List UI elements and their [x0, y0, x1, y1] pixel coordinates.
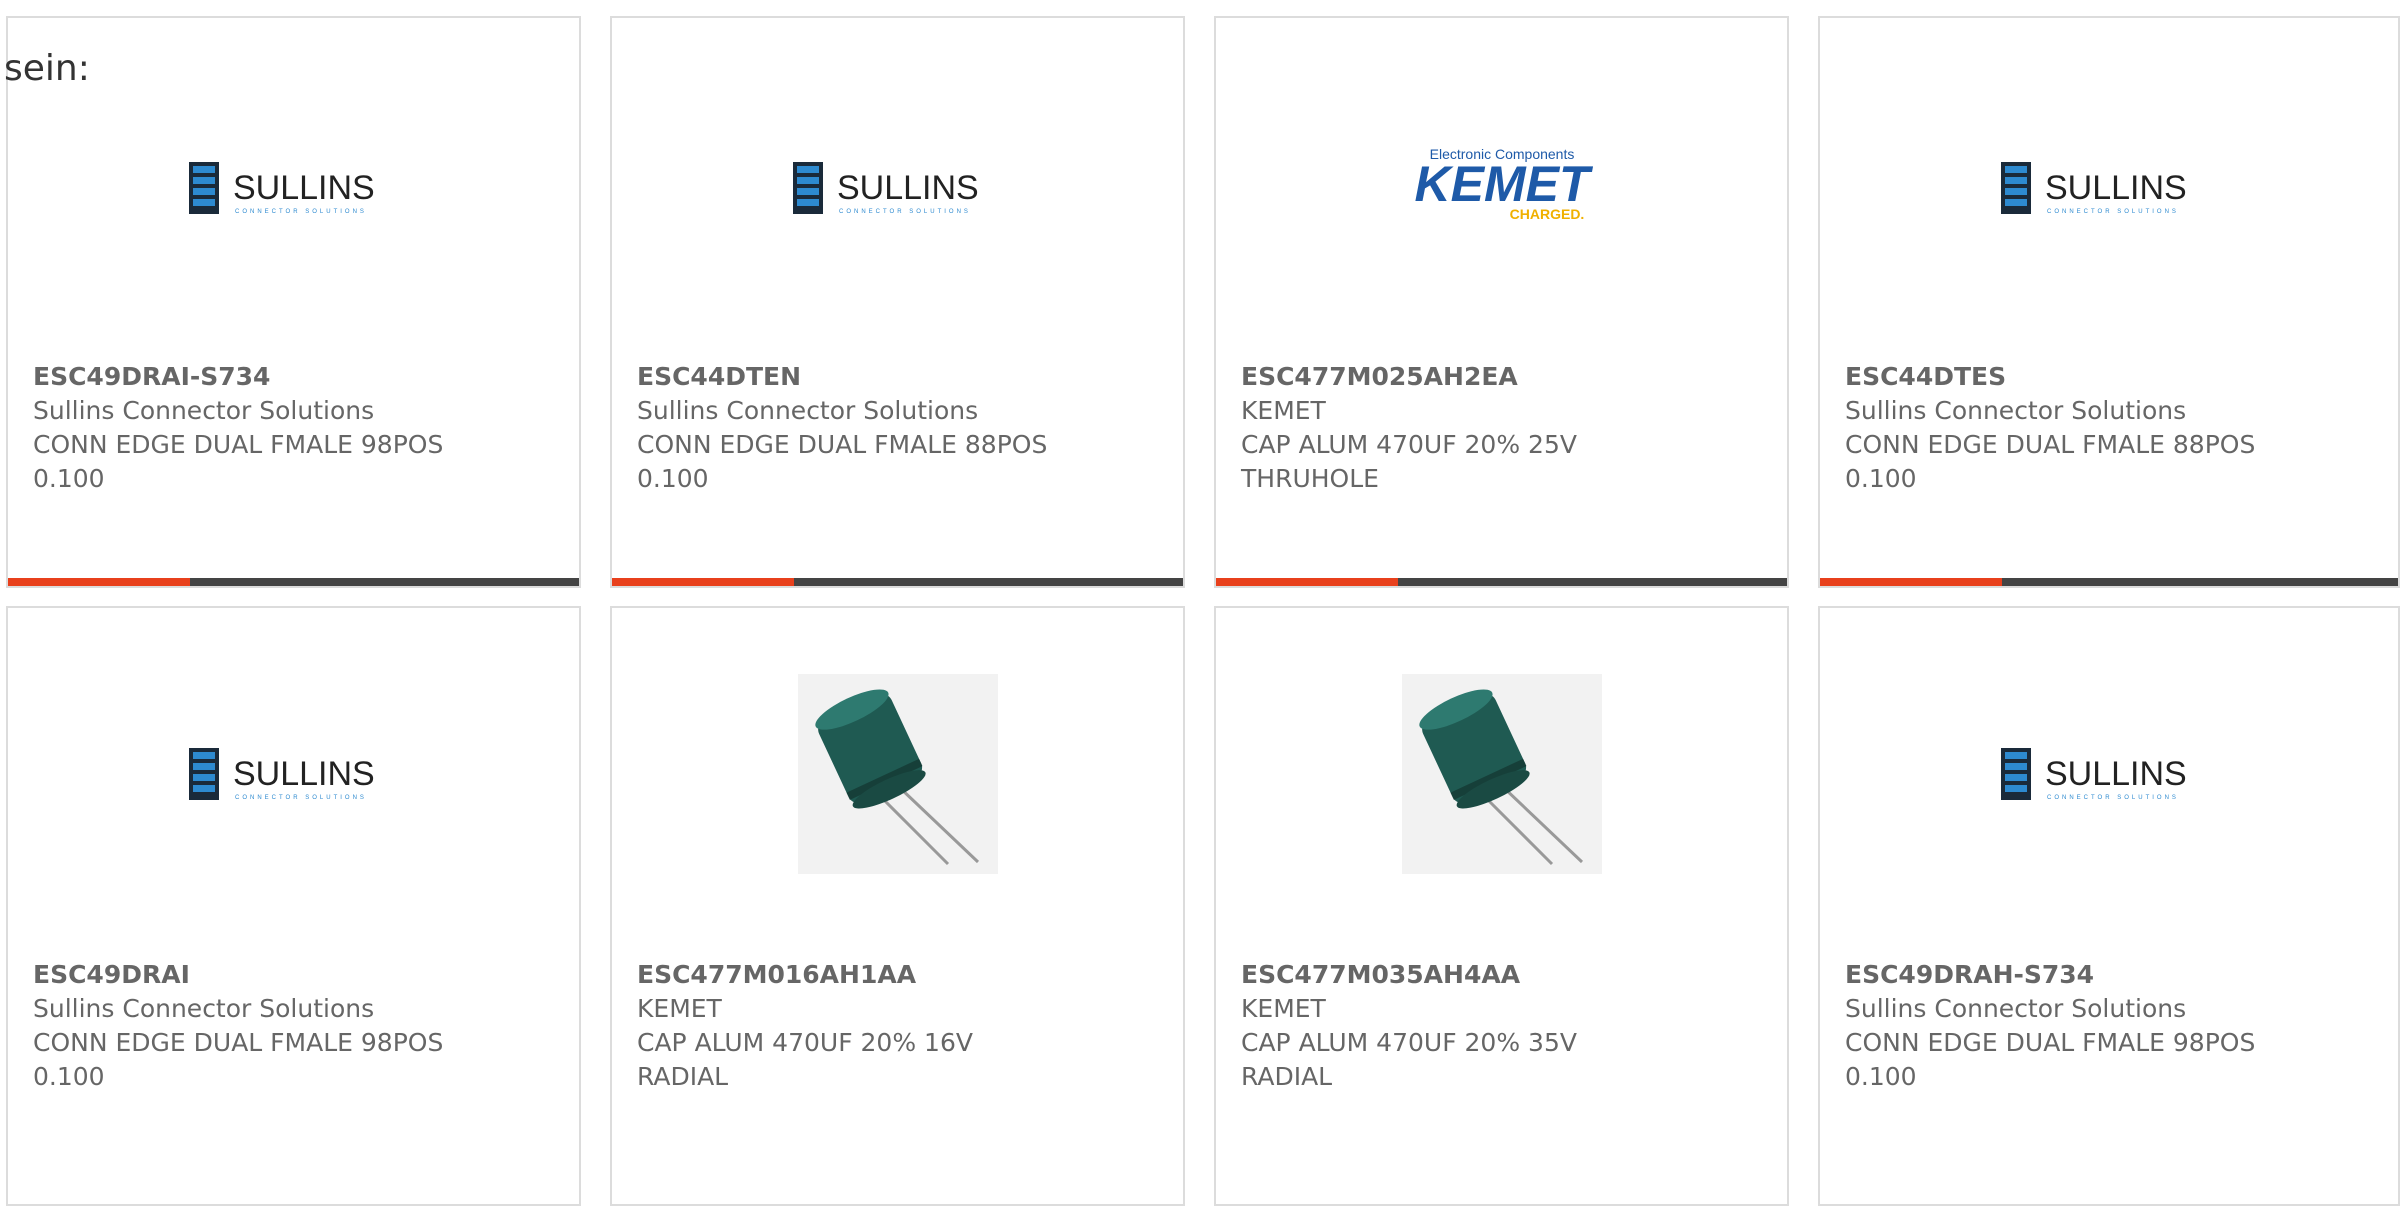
description: CONN EDGE DUAL FMALE 98POS — [1845, 1028, 2256, 1057]
part-number[interactable]: ESC477M016AH1AA — [637, 958, 973, 992]
svg-text:CONNECTOR SOLUTIONS: CONNECTOR SOLUTIONS — [235, 209, 367, 215]
svg-text:SULLINS: SULLINS — [2045, 169, 2187, 207]
description: CONN EDGE DUAL FMALE 88POS — [637, 430, 1048, 459]
product-info: ESC477M016AH1AA KEMET CAP ALUM 470UF 20%… — [637, 958, 973, 1094]
svg-text:CONNECTOR SOLUTIONS: CONNECTOR SOLUTIONS — [235, 795, 367, 801]
product-card[interactable]: SULLINS CONNECTOR SOLUTIONS ESC49DRAH-S7… — [1818, 606, 2400, 1206]
description-2: THRUHOLE — [1241, 464, 1379, 493]
part-number[interactable]: ESC49DRAH-S734 — [1845, 958, 2255, 992]
card-bar-accent — [612, 578, 794, 586]
product-info: ESC49DRAH-S734 Sullins Connector Solutio… — [1845, 958, 2255, 1094]
manufacturer: KEMET — [1241, 994, 1326, 1023]
product-card[interactable]: SULLINS CONNECTOR SOLUTIONS ESC49DRAI-S7… — [6, 16, 581, 588]
sullins-logo: SULLINS CONNECTOR SOLUTIONS — [612, 18, 1183, 358]
description-2: 0.100 — [1845, 464, 1917, 493]
description-2: 0.100 — [1845, 1062, 1917, 1091]
sullins-logo: SULLINS CONNECTOR SOLUTIONS — [1820, 18, 2391, 358]
svg-text:SULLINS: SULLINS — [2045, 755, 2187, 793]
card-bar-accent — [8, 578, 190, 586]
product-info: ESC44DTES Sullins Connector Solutions CO… — [1845, 360, 2255, 496]
product-info: ESC49DRAI-S734 Sullins Connector Solutio… — [33, 360, 443, 496]
svg-text:CONNECTOR SOLUTIONS: CONNECTOR SOLUTIONS — [2047, 795, 2179, 801]
product-card[interactable]: ESC477M035AH4AA KEMET CAP ALUM 470UF 20%… — [1214, 606, 1789, 1206]
description-2: RADIAL — [637, 1062, 729, 1091]
svg-text:KEMET: KEMET — [1414, 156, 1593, 212]
product-info: ESC44DTEN Sullins Connector Solutions CO… — [637, 360, 1047, 496]
part-number[interactable]: ESC477M035AH4AA — [1241, 958, 1577, 992]
card-bar — [1820, 578, 2398, 586]
product-card[interactable]: SULLINS CONNECTOR SOLUTIONS ESC49DRAI Su… — [6, 606, 581, 1206]
product-card[interactable]: SULLINS CONNECTOR SOLUTIONS ESC44DTEN Su… — [610, 16, 1185, 588]
svg-text:SULLINS: SULLINS — [233, 755, 375, 793]
description: CONN EDGE DUAL FMALE 88POS — [1845, 430, 2256, 459]
manufacturer: Sullins Connector Solutions — [33, 994, 375, 1023]
description: CAP ALUM 470UF 20% 16V — [637, 1028, 973, 1057]
product-info: ESC49DRAI Sullins Connector Solutions CO… — [33, 958, 443, 1094]
description-2: RADIAL — [1241, 1062, 1333, 1091]
product-info: ESC477M025AH2EA KEMET CAP ALUM 470UF 20%… — [1241, 360, 1577, 496]
product-card[interactable]: SULLINS CONNECTOR SOLUTIONS ESC44DTES Su… — [1818, 16, 2400, 588]
kemet-logo: Electronic Components KEMET CHARGED. — [1216, 18, 1787, 358]
svg-text:CONNECTOR SOLUTIONS: CONNECTOR SOLUTIONS — [2047, 209, 2179, 215]
description: CONN EDGE DUAL FMALE 98POS — [33, 430, 444, 459]
part-number[interactable]: ESC44DTES — [1845, 360, 2255, 394]
description: CONN EDGE DUAL FMALE 98POS — [33, 1028, 444, 1057]
sullins-logo: SULLINS CONNECTOR SOLUTIONS — [1820, 608, 2391, 950]
product-card[interactable]: Electronic Components KEMET CHARGED. ESC… — [1214, 16, 1789, 588]
part-number[interactable]: ESC477M025AH2EA — [1241, 360, 1577, 394]
description-2: 0.100 — [33, 464, 105, 493]
manufacturer: Sullins Connector Solutions — [33, 396, 375, 425]
description-2: 0.100 — [33, 1062, 105, 1091]
svg-text:CHARGED.: CHARGED. — [1509, 206, 1584, 222]
product-card[interactable]: ESC477M016AH1AA KEMET CAP ALUM 470UF 20%… — [610, 606, 1185, 1206]
part-number[interactable]: ESC49DRAI-S734 — [33, 360, 443, 394]
manufacturer: Sullins Connector Solutions — [637, 396, 979, 425]
capacitor-photo — [612, 608, 1183, 950]
manufacturer: Sullins Connector Solutions — [1845, 396, 2187, 425]
manufacturer: Sullins Connector Solutions — [1845, 994, 2187, 1023]
svg-text:SULLINS: SULLINS — [837, 169, 979, 207]
capacitor-photo — [1216, 608, 1787, 950]
svg-text:SULLINS: SULLINS — [233, 169, 375, 207]
card-bar — [612, 578, 1183, 586]
sullins-logo: SULLINS CONNECTOR SOLUTIONS — [8, 608, 579, 950]
manufacturer: KEMET — [637, 994, 722, 1023]
product-info: ESC477M035AH4AA KEMET CAP ALUM 470UF 20%… — [1241, 958, 1577, 1094]
part-number[interactable]: ESC44DTEN — [637, 360, 1047, 394]
part-number[interactable]: ESC49DRAI — [33, 958, 443, 992]
description-2: 0.100 — [637, 464, 709, 493]
svg-text:CONNECTOR SOLUTIONS: CONNECTOR SOLUTIONS — [839, 209, 971, 215]
description: CAP ALUM 470UF 20% 35V — [1241, 1028, 1577, 1057]
card-bar — [1216, 578, 1787, 586]
card-bar — [8, 578, 579, 586]
intro-text: sein: — [4, 48, 90, 89]
card-bar-accent — [1820, 578, 2002, 586]
description: CAP ALUM 470UF 20% 25V — [1241, 430, 1577, 459]
card-bar-accent — [1216, 578, 1398, 586]
sullins-logo: SULLINS CONNECTOR SOLUTIONS — [8, 18, 579, 358]
manufacturer: KEMET — [1241, 396, 1326, 425]
